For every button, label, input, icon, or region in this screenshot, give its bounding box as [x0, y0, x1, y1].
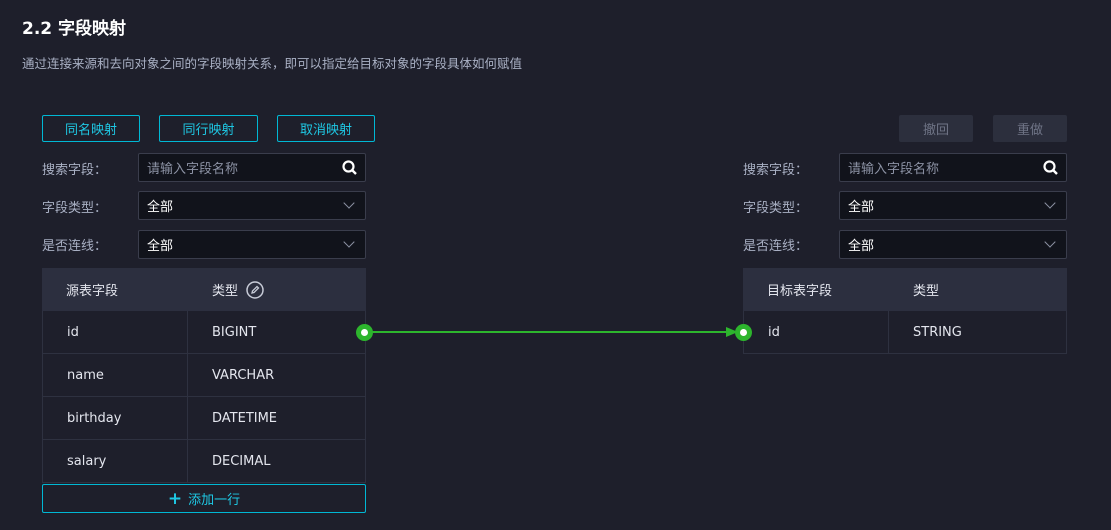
type-select-value: 全部 [848, 200, 875, 215]
field-name: name [43, 354, 188, 396]
target-table: 目标表字段 类型 id STRING [743, 268, 1067, 354]
chevron-down-icon [1044, 236, 1056, 248]
linked-label: 是否连线： [42, 239, 108, 254]
search-icon[interactable] [1043, 160, 1058, 175]
target-anchor-dot[interactable] [735, 324, 752, 341]
linked-label: 是否连线： [743, 239, 809, 254]
field-name: salary [43, 440, 188, 482]
source-anchor-dot[interactable] [356, 324, 373, 341]
mapping-link-line[interactable] [360, 322, 740, 342]
field-name: birthday [43, 397, 188, 439]
search-placeholder: 请输入字段名称 [147, 162, 239, 177]
field-type: VARCHAR [212, 367, 275, 383]
field-type: DECIMAL [212, 453, 271, 469]
header-source-field: 源表字段 [66, 284, 119, 299]
search-icon[interactable] [342, 160, 357, 175]
chevron-down-icon [1044, 197, 1056, 209]
source-type-select[interactable]: 全部 [138, 191, 366, 220]
type-select-value: 全部 [147, 200, 174, 215]
type-label: 字段类型： [42, 201, 108, 216]
field-type: STRING [913, 324, 962, 340]
header-type: 类型 [913, 284, 940, 299]
header-target-field: 目标表字段 [767, 284, 833, 299]
table-row[interactable]: birthday DATETIME [42, 397, 366, 440]
field-type: BIGINT [212, 324, 257, 340]
source-table-header: 源表字段 类型 [42, 268, 366, 311]
same-row-mapping-button[interactable]: 同行映射 [159, 115, 258, 142]
target-linked-select[interactable]: 全部 [839, 230, 1067, 259]
target-type-select[interactable]: 全部 [839, 191, 1067, 220]
chevron-down-icon [343, 236, 355, 248]
plus-icon: + [167, 488, 183, 509]
field-name: id [43, 311, 188, 353]
header-type-label: 类型 [212, 284, 239, 299]
chevron-down-icon [343, 197, 355, 209]
cancel-mapping-button[interactable]: 取消映射 [277, 115, 375, 142]
table-row[interactable]: salary DECIMAL [42, 440, 366, 483]
page-description: 通过连接来源和去向对象之间的字段映射关系，即可以指定给目标对象的字段具体如何赋值 [22, 56, 523, 71]
field-name: id [744, 311, 889, 353]
search-placeholder: 请输入字段名称 [848, 162, 940, 177]
table-row[interactable]: id STRING [743, 311, 1067, 354]
page-title: 2.2 字段映射 [22, 19, 127, 39]
target-search-input[interactable]: 请输入字段名称 [839, 153, 1067, 182]
search-label: 搜索字段： [743, 163, 809, 178]
header-type: 类型 [188, 280, 264, 299]
linked-select-value: 全部 [147, 239, 174, 254]
source-table: 源表字段 类型 id BIGINT name VARCHAR birthday DAT… [42, 268, 366, 483]
search-label: 搜索字段： [42, 163, 108, 178]
same-name-mapping-button[interactable]: 同名映射 [42, 115, 140, 142]
add-row-button[interactable]: + 添加一行 [42, 484, 366, 513]
table-row[interactable]: id BIGINT [42, 311, 366, 354]
field-type: DATETIME [212, 410, 278, 426]
linked-select-value: 全部 [848, 239, 875, 254]
target-table-header: 目标表字段 类型 [743, 268, 1067, 311]
table-row[interactable]: name VARCHAR [42, 354, 366, 397]
type-label: 字段类型： [743, 201, 809, 216]
add-row-label: 添加一行 [188, 493, 241, 508]
undo-button[interactable]: 撤回 [899, 115, 973, 142]
source-search-input[interactable]: 请输入字段名称 [138, 153, 366, 182]
edit-icon[interactable] [246, 280, 264, 299]
source-linked-select[interactable]: 全部 [138, 230, 366, 259]
redo-button[interactable]: 重做 [993, 115, 1067, 142]
